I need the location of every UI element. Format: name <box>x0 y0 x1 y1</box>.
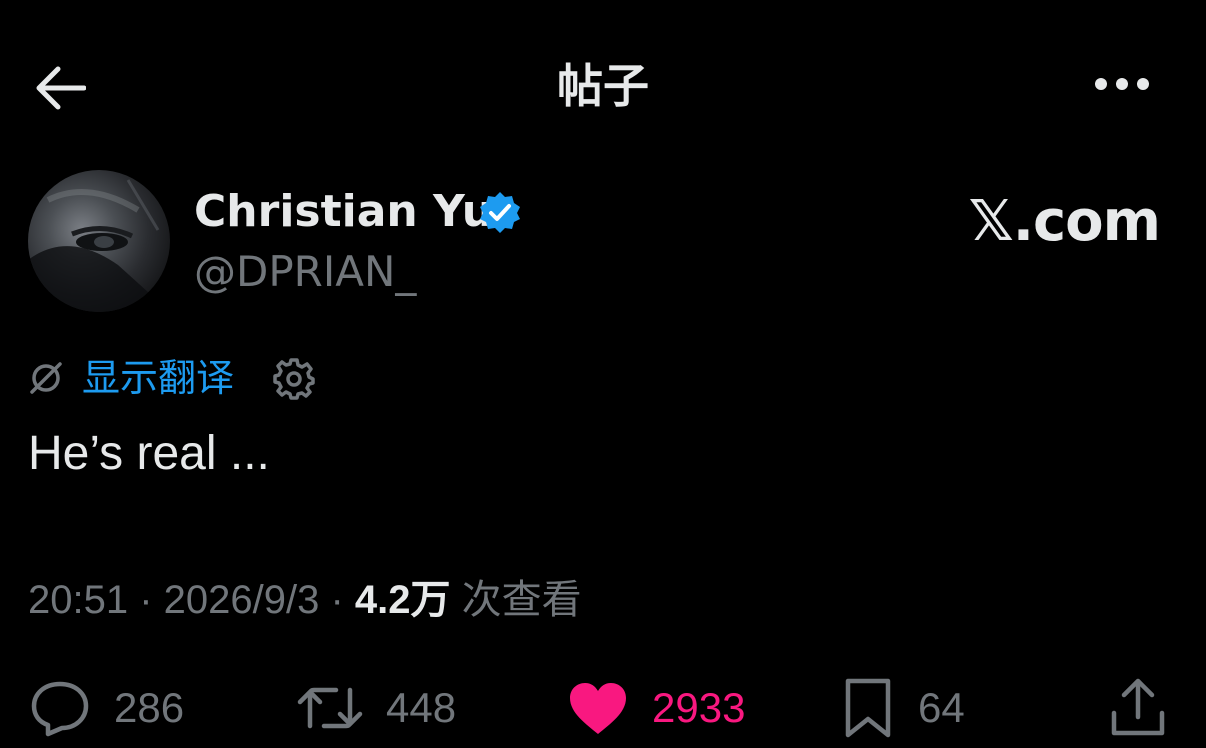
heart-filled-icon <box>570 683 626 734</box>
gear-icon[interactable] <box>272 356 316 400</box>
reply-count: 286 <box>114 684 185 731</box>
show-translation-link[interactable]: 显示翻译 <box>82 352 234 404</box>
like-button[interactable]: 2933 <box>566 672 745 744</box>
bookmark-count: 64 <box>918 684 965 731</box>
retweet-count: 448 <box>386 684 457 731</box>
display-name[interactable]: Christian Yu <box>194 184 493 240</box>
bookmark-button[interactable]: 64 <box>840 672 965 744</box>
more-horizontal-icon <box>1095 78 1149 90</box>
views-count: 4.2万 <box>354 578 451 622</box>
reply-icon <box>31 681 89 737</box>
site-watermark: 𝕏.com <box>968 189 1161 254</box>
tweet-meta: 20:51 · 2026/9/3 · 4.2万 次查看 <box>28 574 582 626</box>
meta-separator: · <box>319 578 355 622</box>
retweet-button[interactable]: 448 <box>296 672 456 744</box>
share-button[interactable] <box>1108 672 1168 744</box>
page-title: 帖子 <box>557 59 649 113</box>
verified-badge-icon <box>480 192 520 233</box>
tweet-time[interactable]: 20:51 <box>28 578 128 622</box>
bookmark-icon <box>845 678 891 738</box>
arrow-left-icon <box>36 66 86 110</box>
retweet-icon <box>297 687 363 729</box>
avatar-image <box>28 179 170 312</box>
avatar[interactable] <box>28 170 170 312</box>
tweet-text: He’s real ... <box>28 427 270 480</box>
share-icon <box>1111 678 1165 736</box>
like-count: 2933 <box>652 684 746 731</box>
back-button[interactable] <box>22 50 98 126</box>
meta-separator: · <box>128 578 164 622</box>
user-handle[interactable]: @DPRIAN_ <box>194 244 416 300</box>
views-label: 次查看 <box>461 578 582 622</box>
tweet-date[interactable]: 2026/9/3 <box>164 578 320 622</box>
translate-off-icon <box>30 362 62 394</box>
reply-button[interactable]: 286 <box>28 672 184 744</box>
more-button[interactable] <box>1080 52 1164 116</box>
